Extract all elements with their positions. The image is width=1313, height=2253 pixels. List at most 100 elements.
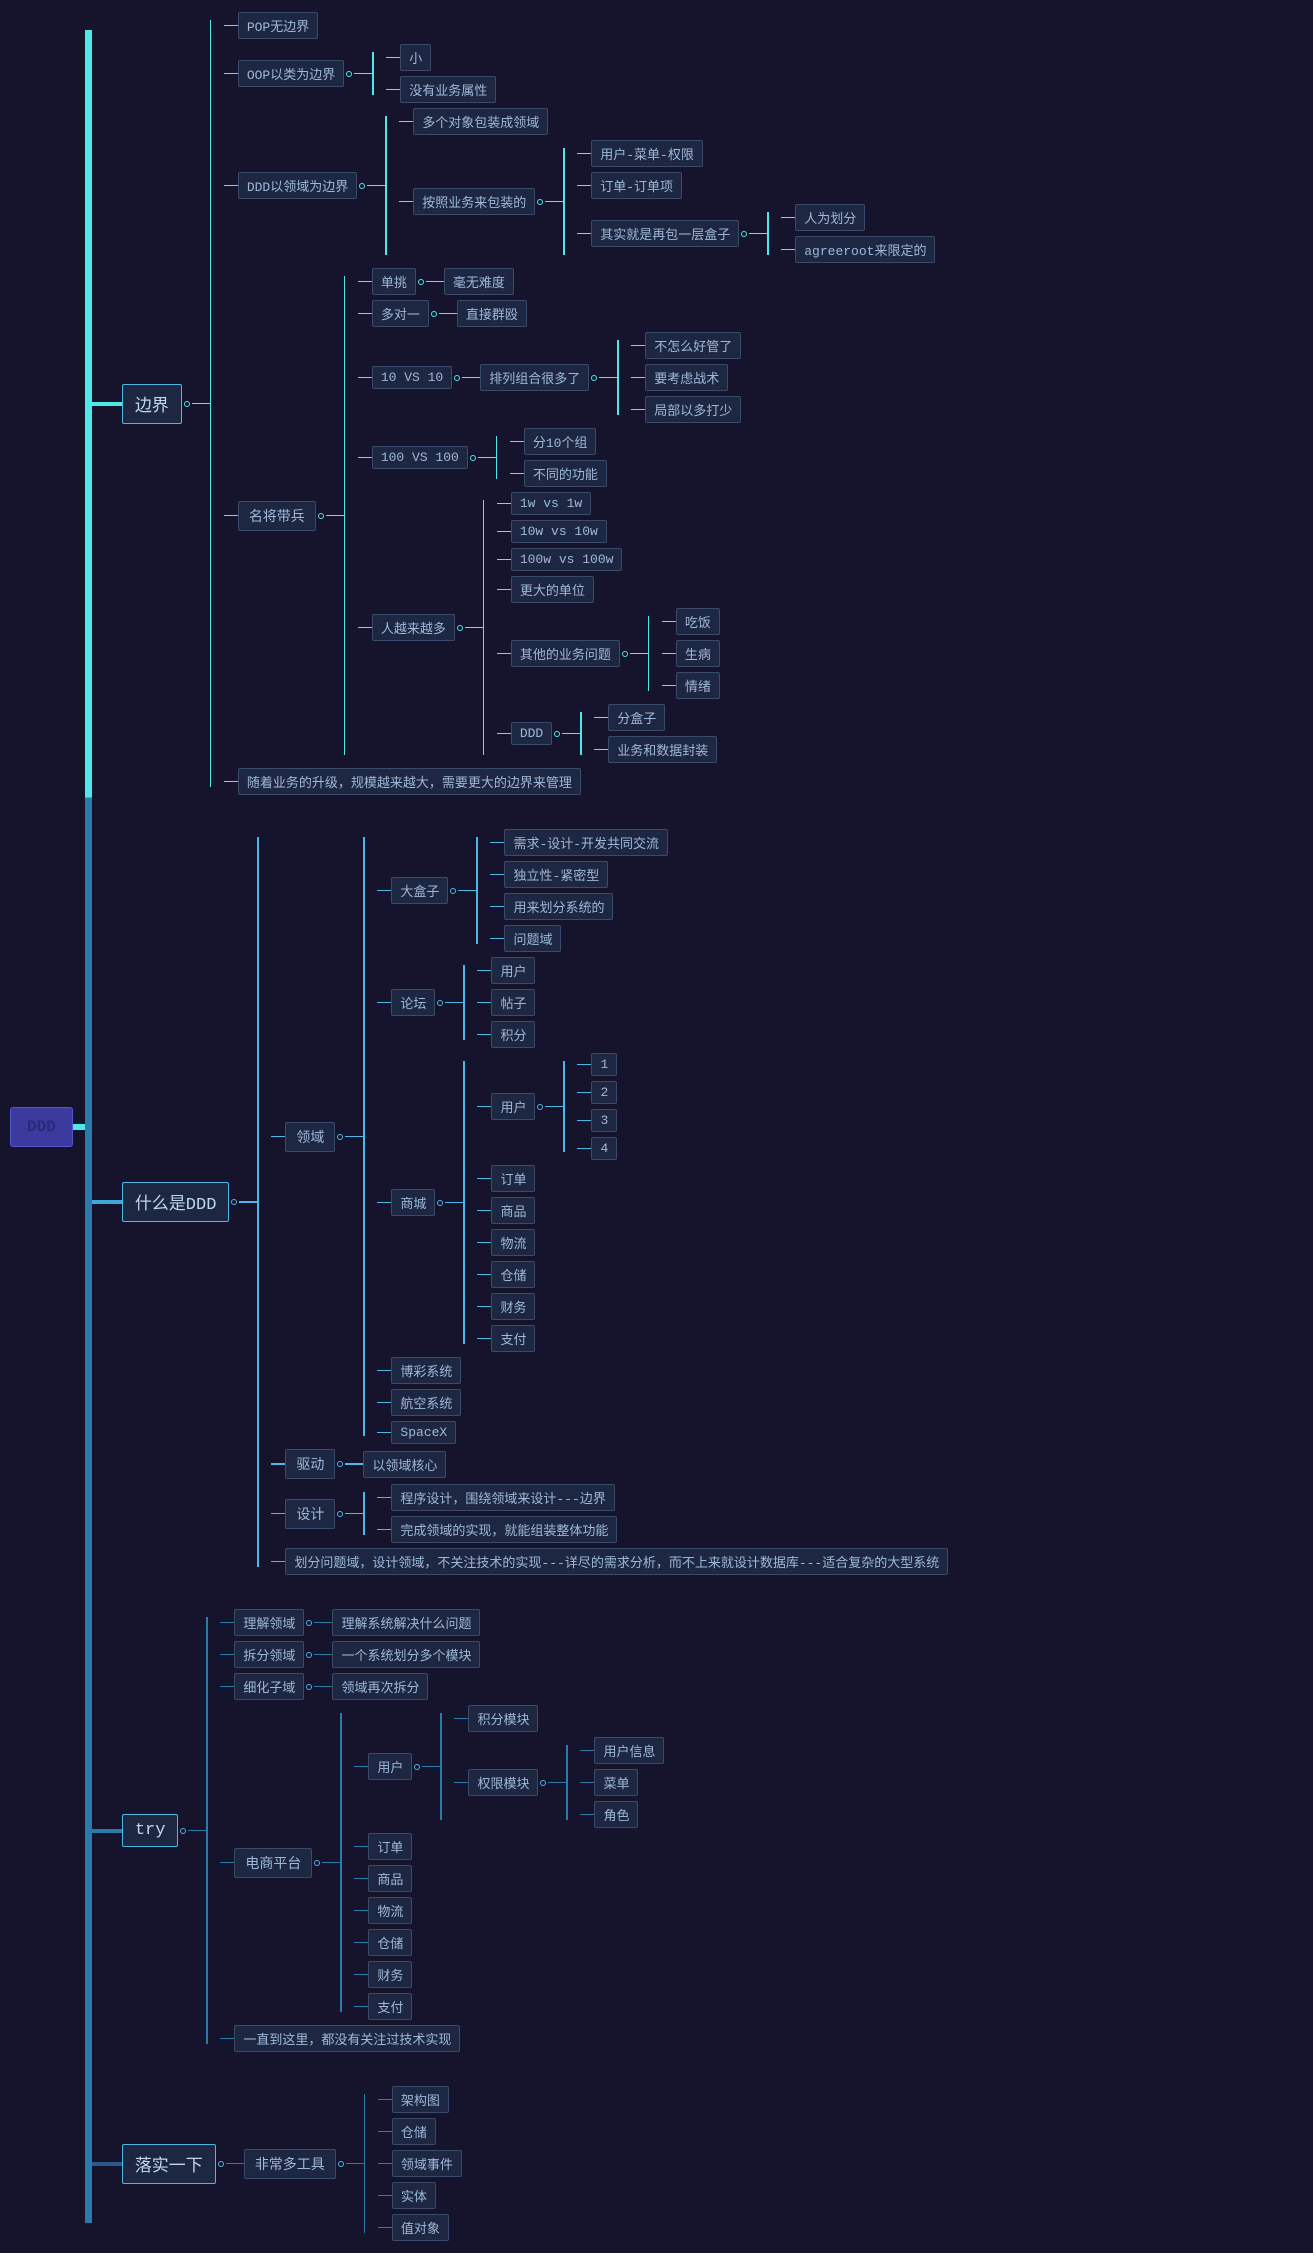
node[interactable]: 按照业务来包装的 (413, 188, 535, 215)
node[interactable]: 1 (591, 1053, 617, 1076)
node-try[interactable]: try (122, 1814, 179, 1847)
node[interactable]: 吃饭 (676, 608, 720, 635)
node[interactable]: 物流 (368, 1897, 412, 1924)
node[interactable]: 分盒子 (608, 704, 665, 731)
node[interactable]: 支付 (491, 1325, 535, 1352)
node[interactable]: 10 VS 10 (372, 366, 452, 389)
node[interactable]: 毫无难度 (444, 268, 514, 295)
node[interactable]: 架构图 (392, 2086, 449, 2113)
node[interactable]: 航空系统 (391, 1389, 461, 1416)
node[interactable]: 更大的单位 (511, 576, 594, 603)
node[interactable]: 人越来越多 (372, 614, 455, 641)
node[interactable]: DDD (511, 722, 552, 745)
node[interactable]: 情绪 (676, 672, 720, 699)
node[interactable]: 1w vs 1w (511, 492, 591, 515)
node[interactable]: 拆分领域 (234, 1641, 304, 1668)
node[interactable]: 排列组合很多了 (480, 364, 589, 391)
node[interactable]: 领域 (285, 1122, 335, 1152)
node[interactable]: 仓储 (491, 1261, 535, 1288)
node[interactable]: 帖子 (491, 989, 535, 1016)
node[interactable]: 程序设计，围绕领域来设计---边界 (391, 1484, 614, 1511)
node[interactable]: 商品 (368, 1865, 412, 1892)
node[interactable]: 需求-设计-开发共同交流 (504, 829, 668, 856)
node[interactable]: 论坛 (391, 989, 435, 1016)
node[interactable]: 驱动 (285, 1449, 335, 1479)
node[interactable]: 不怎么好管了 (645, 332, 741, 359)
node[interactable]: 角色 (594, 1801, 638, 1828)
node[interactable]: 小 (400, 44, 431, 71)
node[interactable]: 划分问题域，设计领域，不关注技术的实现---详尽的需求分析，而不上来就设计数据库… (285, 1548, 948, 1575)
node[interactable]: 要考虑战术 (645, 364, 728, 391)
node[interactable]: 其实就是再包一层盒子 (591, 220, 739, 247)
node[interactable]: 积分模块 (468, 1705, 538, 1732)
node[interactable]: 分10个组 (524, 428, 597, 455)
node[interactable]: 理解领域 (234, 1609, 304, 1636)
node[interactable]: 用户-菜单-权限 (591, 140, 703, 167)
node[interactable]: 菜单 (594, 1769, 638, 1796)
node[interactable]: agreeroot来限定的 (795, 236, 935, 263)
root-node[interactable]: DDD (10, 1107, 73, 1147)
node[interactable]: 积分 (491, 1021, 535, 1048)
node[interactable]: 订单-订单项 (591, 172, 682, 199)
node[interactable]: 直接群殴 (457, 300, 527, 327)
node-boundary[interactable]: 边界 (122, 384, 182, 424)
node[interactable]: 仓储 (368, 1929, 412, 1956)
node[interactable]: 细化子域 (234, 1673, 304, 1700)
node[interactable]: 随着业务的升级，规模越来越大，需要更大的边界来管理 (238, 768, 581, 795)
node[interactable]: 没有业务属性 (400, 76, 496, 103)
node[interactable]: 10w vs 10w (511, 520, 607, 543)
node[interactable]: 多对一 (372, 300, 429, 327)
node[interactable]: 用户 (368, 1753, 412, 1780)
node[interactable]: 人为划分 (795, 204, 865, 231)
node[interactable]: 支付 (368, 1993, 412, 2020)
node[interactable]: 2 (591, 1081, 617, 1104)
node[interactable]: 财务 (368, 1961, 412, 1988)
node[interactable]: 值对象 (392, 2214, 449, 2241)
node[interactable]: POP无边界 (238, 12, 318, 39)
node[interactable]: 独立性-紧密型 (504, 861, 608, 888)
node[interactable]: 非常多工具 (244, 2149, 336, 2179)
node[interactable]: 用户信息 (594, 1737, 664, 1764)
node[interactable]: 业务和数据封装 (608, 736, 717, 763)
node[interactable]: 仓储 (392, 2118, 436, 2145)
node[interactable]: 单挑 (372, 268, 416, 295)
node[interactable]: 理解系统解决什么问题 (332, 1609, 480, 1636)
node[interactable]: 领域事件 (392, 2150, 462, 2177)
node[interactable]: 博彩系统 (391, 1357, 461, 1384)
node[interactable]: 一个系统划分多个模块 (332, 1641, 480, 1668)
node[interactable]: 大盒子 (391, 877, 448, 904)
node[interactable]: 商城 (391, 1189, 435, 1216)
node[interactable]: 问题域 (504, 925, 561, 952)
node[interactable]: 名将带兵 (238, 501, 316, 531)
node[interactable]: 用户 (491, 957, 535, 984)
node[interactable]: 商品 (491, 1197, 535, 1224)
node[interactable]: 3 (591, 1109, 617, 1132)
node-implement[interactable]: 落实一下 (122, 2144, 216, 2184)
node[interactable]: 以领域核心 (363, 1451, 446, 1478)
node[interactable]: 不同的功能 (524, 460, 607, 487)
node[interactable]: DDD以领域为边界 (238, 172, 357, 199)
node[interactable]: 设计 (285, 1499, 335, 1529)
node-what-is-ddd[interactable]: 什么是DDD (122, 1182, 230, 1222)
node[interactable]: 100 VS 100 (372, 446, 468, 469)
node[interactable]: SpaceX (391, 1421, 456, 1444)
node[interactable]: 领域再次拆分 (332, 1673, 428, 1700)
node[interactable]: 生病 (676, 640, 720, 667)
node[interactable]: 订单 (491, 1165, 535, 1192)
node[interactable]: 完成领域的实现，就能组装整体功能 (391, 1516, 617, 1543)
node[interactable]: 电商平台 (234, 1848, 312, 1878)
node[interactable]: 一直到这里，都没有关注过技术实现 (234, 2025, 460, 2052)
node[interactable]: 局部以多打少 (645, 396, 741, 423)
node[interactable]: 4 (591, 1137, 617, 1160)
node[interactable]: 物流 (491, 1229, 535, 1256)
node[interactable]: 权限模块 (468, 1769, 538, 1796)
node[interactable]: 用户 (491, 1093, 535, 1120)
node[interactable]: 100w vs 100w (511, 548, 623, 571)
node[interactable]: 实体 (392, 2182, 436, 2209)
node[interactable]: 用来划分系统的 (504, 893, 613, 920)
node[interactable]: 多个对象包装成领域 (413, 108, 548, 135)
node[interactable]: 其他的业务问题 (511, 640, 620, 667)
node[interactable]: 财务 (491, 1293, 535, 1320)
node[interactable]: OOP以类为边界 (238, 60, 344, 87)
node[interactable]: 订单 (368, 1833, 412, 1860)
